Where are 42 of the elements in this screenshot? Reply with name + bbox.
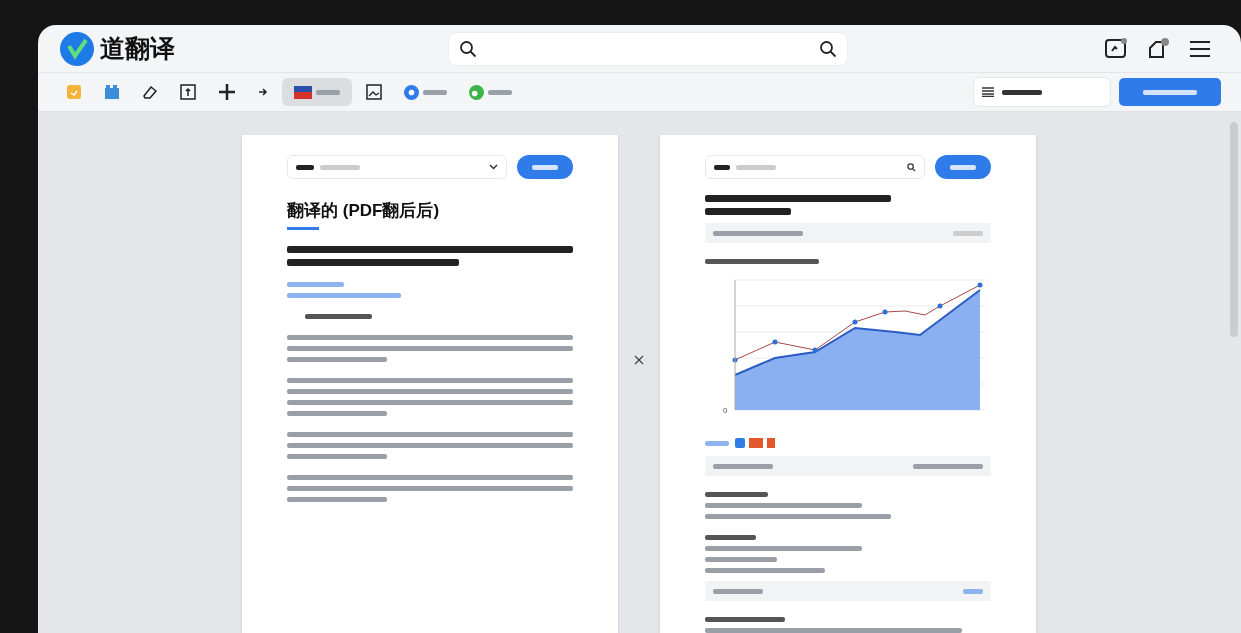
blurred-label [1002,89,1042,95]
translate-button[interactable] [1119,78,1221,107]
logo-icon [60,31,94,66]
toolbar-button[interactable] [282,78,352,107]
image-icon [366,84,382,101]
blurred-text-line [305,314,372,319]
plus-icon [218,83,236,102]
search-icon[interactable] [819,39,837,58]
globe-icon [469,84,484,100]
view-select[interactable] [974,78,1110,107]
eraser-icon [142,84,158,101]
blurred-label [423,89,447,95]
menu-icon[interactable] [1189,39,1211,58]
search-field[interactable] [449,32,847,65]
blurred-text-line [287,282,345,287]
blurred-text-line [736,164,776,170]
circle-icon [404,84,419,100]
search-icon [907,162,916,172]
document-title: 翻译的 (PDF翻后后) [287,200,441,222]
blurred-text-line [296,164,314,170]
board-icon [104,84,120,101]
blurred-label [316,89,340,95]
search-icon [459,39,477,58]
blurred-text-line [705,492,768,497]
blurred-text-line [320,164,360,170]
blurred-text-line [714,164,730,170]
search-button[interactable] [935,155,991,179]
blurred-text-line [705,440,729,446]
blurred-label [488,89,512,95]
arrow-icon [258,87,268,98]
chevron-down-icon [489,164,498,170]
blurred-text-line [705,535,757,540]
flag-icon [294,85,312,99]
blurred-text-line [705,557,777,562]
axis-label: 0 [723,406,728,415]
list-icon [982,87,994,98]
upload-icon [180,84,196,101]
translate-button[interactable] [517,155,573,179]
app-name: 道翻译 [100,33,175,65]
search-field[interactable] [705,155,925,179]
image-icon[interactable] [1105,37,1127,60]
badge-icon [735,438,775,448]
